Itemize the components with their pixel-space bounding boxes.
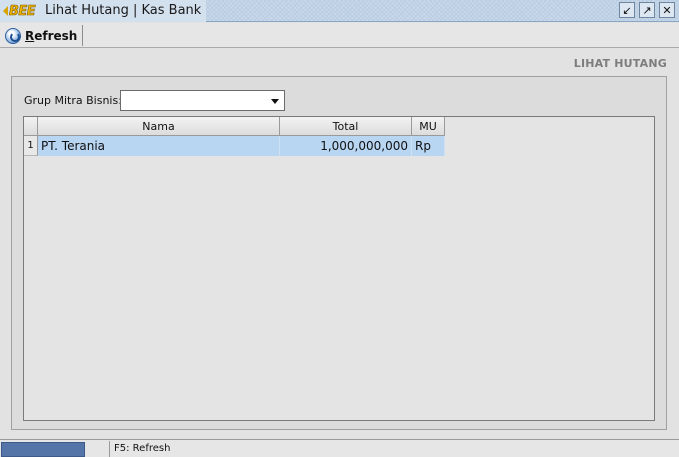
hutang-table: Nama Total MU 1 PT. Terania 1,000,000,00… xyxy=(23,116,655,421)
toolbar: Refresh xyxy=(0,23,679,48)
page-title: LIHAT HUTANG xyxy=(573,57,667,70)
status-progress-bar xyxy=(1,442,85,457)
logo-arrow-icon xyxy=(3,6,8,16)
bee-logo: BEE xyxy=(3,3,36,19)
column-header-nama[interactable]: Nama xyxy=(38,117,280,136)
status-bar: F5: Refresh xyxy=(0,439,679,457)
refresh-button[interactable]: Refresh xyxy=(2,25,84,46)
column-header-total[interactable]: Total xyxy=(280,117,412,136)
column-header-mu[interactable]: MU xyxy=(412,117,445,136)
close-icon[interactable]: ✕ xyxy=(659,2,675,18)
title-bar[interactable]: BEE Lihat Hutang | Kas Bank ↙ ↗ ✕ xyxy=(0,0,679,22)
row-number: 1 xyxy=(24,136,38,156)
refresh-label: Refresh xyxy=(25,28,78,43)
logo-text: BEE xyxy=(9,3,36,19)
app-window: BEE Lihat Hutang | Kas Bank ↙ ↗ ✕ Refres… xyxy=(0,0,679,457)
grup-mitra-select[interactable] xyxy=(120,90,285,111)
cell-nama[interactable]: PT. Terania xyxy=(38,136,280,156)
row-number-header xyxy=(24,117,38,136)
restore-icon[interactable]: ↙ xyxy=(619,2,635,18)
cell-total[interactable]: 1,000,000,000 xyxy=(280,136,412,156)
status-hint: F5: Refresh xyxy=(114,443,171,454)
refresh-icon xyxy=(5,27,21,44)
chevron-down-icon[interactable] xyxy=(271,99,279,104)
maximize-icon[interactable]: ↗ xyxy=(639,2,655,18)
table-row[interactable]: 1 PT. Terania 1,000,000,000 Rp xyxy=(24,136,445,156)
main-panel: Grup Mitra Bisnis: Nama Total MU 1 PT. T… xyxy=(11,76,667,430)
table-header: Nama Total MU xyxy=(24,117,445,136)
cell-mu[interactable]: Rp xyxy=(412,136,445,156)
grup-mitra-label: Grup Mitra Bisnis: xyxy=(24,94,122,107)
window-title: Lihat Hutang | Kas Bank xyxy=(45,3,202,18)
